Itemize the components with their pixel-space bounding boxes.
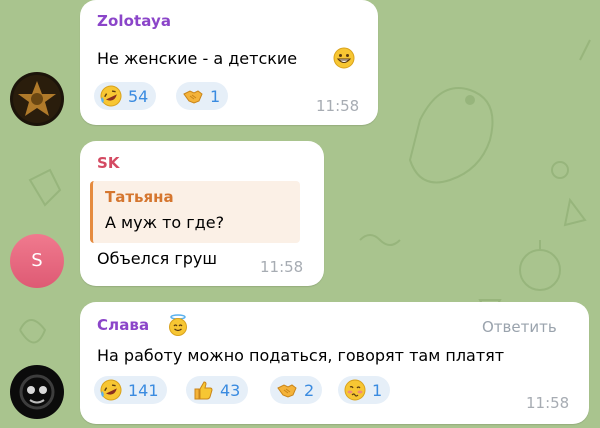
handshake-icon: [276, 379, 298, 401]
handshake-icon: [182, 85, 204, 107]
quote-author: Татьяна: [105, 188, 174, 206]
reaction-woozy[interactable]: 1: [338, 376, 391, 404]
rolling-on-floor-laughing-icon: [100, 85, 122, 107]
message-bubble[interactable]: Zolotaya Не женские - а детские 54 1 11:…: [80, 0, 378, 125]
message-text: Объелся груш: [97, 249, 218, 268]
avatar-slava[interactable]: [10, 365, 64, 419]
message-time: 11:58: [260, 258, 304, 276]
avatar-zolotaya[interactable]: [10, 72, 64, 126]
message-time: 11:58: [526, 394, 570, 412]
sender-name[interactable]: Zolotaya: [97, 12, 171, 30]
reaction-count: 43: [220, 380, 241, 400]
reaction-laughing[interactable]: 141: [94, 376, 167, 404]
reaction-count: 1: [210, 86, 221, 106]
smiling-face-with-halo-icon: [169, 314, 187, 336]
message-bubble[interactable]: SK Татьяна А муж то где? Объелся груш 11…: [80, 141, 324, 286]
sender-name[interactable]: Слава: [97, 316, 149, 334]
thumbs-up-icon: [192, 379, 214, 401]
quote-text: А муж то где?: [105, 213, 225, 232]
avatar-letter: S: [31, 250, 43, 271]
reaction-thumbs-up[interactable]: 43: [186, 376, 249, 404]
woozy-face-icon: [344, 379, 366, 401]
reaction-count: 141: [128, 380, 159, 400]
avatar-sk[interactable]: S: [10, 234, 64, 288]
message-time: 11:58: [316, 97, 360, 115]
reply-quote[interactable]: Татьяна А муж то где?: [90, 181, 300, 243]
reaction-count: 1: [372, 380, 383, 400]
sender-name[interactable]: SK: [97, 154, 120, 172]
reaction-count: 2: [304, 380, 315, 400]
message-bubble[interactable]: Слава Ответить На работу можно податься,…: [80, 302, 589, 424]
grinning-face-icon: [333, 47, 355, 69]
message-text: На работу можно податься, говорят там пл…: [97, 346, 505, 365]
message-text: Не женские - а детские: [97, 49, 298, 68]
reaction-laughing[interactable]: 54: [94, 82, 157, 110]
rolling-on-floor-laughing-icon: [100, 379, 122, 401]
reaction-count: 54: [128, 86, 149, 106]
reply-button[interactable]: Ответить: [482, 318, 557, 336]
reaction-handshake[interactable]: 2: [270, 376, 323, 404]
reaction-handshake[interactable]: 1: [176, 82, 229, 110]
